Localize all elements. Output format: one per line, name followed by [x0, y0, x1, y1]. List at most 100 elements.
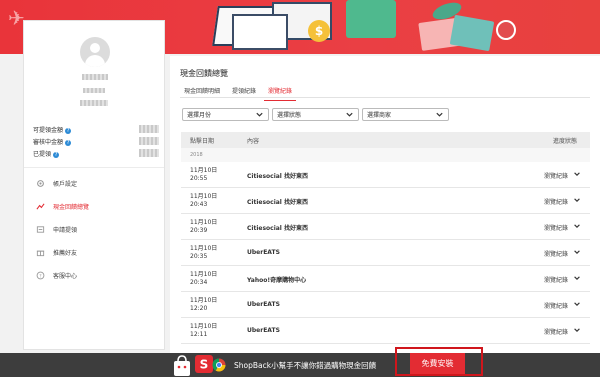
column-header-date: 點擊日期	[190, 137, 215, 145]
shopback-logo-icon: S	[195, 355, 213, 375]
chevron-down-icon[interactable]	[573, 248, 581, 256]
chevron-down-icon[interactable]	[573, 300, 581, 308]
row-date: 11月10日	[190, 323, 218, 330]
redacted-amount	[139, 149, 159, 157]
filter-bar: 選擇月份 選擇狀態 選擇商家	[182, 108, 452, 121]
select-value: 選擇月份	[187, 112, 212, 119]
row-time: 12:11	[190, 331, 208, 338]
question-icon: ?	[36, 271, 45, 280]
divider	[24, 167, 164, 168]
month-select[interactable]: 選擇月份	[182, 108, 269, 121]
row-status: 瀏覽紀錄	[543, 277, 568, 284]
account-sidebar: 可提領金額? 審核中金額? 已提領? 帳戶設定 現金回饋總覽 申請提領 推薦好友	[23, 20, 165, 350]
install-button[interactable]: 免費安裝	[410, 353, 465, 375]
row-store: UberEATS	[247, 327, 280, 334]
table-header: 點擊日期 內容 進度狀態	[181, 132, 590, 148]
help-icon[interactable]: ?	[65, 127, 72, 134]
row-date: 11月10日	[190, 167, 218, 174]
shopping-bag-illustration	[346, 0, 396, 38]
avatar-icon	[90, 43, 100, 53]
select-value: 選擇狀態	[277, 112, 302, 119]
redacted-amount	[139, 125, 159, 133]
sidebar-item-cashback-overview[interactable]: 現金回饋總覽	[36, 199, 156, 213]
sidebar-item-label: 帳戶設定	[53, 180, 78, 188]
chrome-icon	[212, 358, 226, 374]
row-status: 瀏覽紀錄	[543, 329, 568, 336]
row-store: Yahoo!奇摩購物中心	[247, 277, 307, 284]
sidebar-item-withdraw[interactable]: 申請提領	[36, 222, 156, 236]
avatar	[80, 37, 110, 67]
merchant-select[interactable]: 選擇商家	[362, 108, 449, 121]
table-row: 11月10日 20:34 Yahoo!奇摩購物中心 瀏覽紀錄	[181, 266, 590, 292]
redacted-user-info	[80, 100, 108, 106]
row-store: Citiesocial 找好東西	[247, 173, 308, 180]
column-header-content: 內容	[247, 137, 260, 145]
tab-cashback-details[interactable]: 現金回饋明細	[180, 82, 224, 101]
row-store: Citiesocial 找好東西	[247, 199, 308, 206]
row-store: Citiesocial 找好東西	[247, 225, 308, 232]
row-status: 瀏覽紀錄	[543, 173, 568, 180]
chevron-down-icon[interactable]	[573, 170, 581, 178]
main-panel: 現金回饋總覽 現金回饋明細 提領紀錄 瀏覽紀錄 選擇月份 選擇狀態 選擇商家 點…	[170, 56, 600, 356]
tab-bar: 現金回饋明細 提領紀錄 瀏覽紀錄	[180, 82, 300, 101]
row-date: 11月10日	[190, 297, 218, 304]
row-date: 11月10日	[190, 219, 218, 226]
sidebar-item-label: 客服中心	[53, 272, 78, 280]
svg-text:S: S	[200, 358, 209, 372]
select-value: 選擇商家	[367, 112, 392, 119]
gift-icon	[36, 248, 45, 257]
chevron-down-icon[interactable]	[573, 326, 581, 334]
status-select[interactable]: 選擇狀態	[272, 108, 359, 121]
row-date: 11月10日	[190, 245, 218, 252]
year-group-label: 2018	[181, 148, 590, 162]
row-time: 20:39	[190, 227, 208, 234]
row-date: 11月10日	[190, 271, 218, 278]
gear-icon	[36, 179, 45, 188]
chevron-down-icon	[436, 112, 443, 117]
withdraw-icon	[36, 225, 45, 234]
row-status: 瀏覽紀錄	[543, 199, 568, 206]
apple-illustration	[496, 20, 516, 40]
help-icon[interactable]: ?	[65, 139, 72, 146]
row-store: UberEATS	[247, 301, 280, 308]
extension-promo-bar: S ShopBack小幫手不讓你錯過購物現金回饋	[0, 353, 600, 377]
promo-text: ShopBack小幫手不讓你錯過購物現金回饋	[234, 361, 377, 370]
balance-label: 已提領	[33, 151, 52, 158]
redacted-username	[82, 74, 108, 80]
chevron-down-icon	[256, 112, 263, 117]
balance-row: 已提領?	[33, 149, 159, 158]
table-row: 11月10日 12:11 UberEATS 瀏覽紀錄	[181, 318, 590, 344]
row-time: 12:20	[190, 305, 208, 312]
tab-browse-history[interactable]: 瀏覽紀錄	[264, 82, 297, 101]
redacted-user-info	[83, 88, 105, 93]
dollar-coin-icon: $	[308, 20, 330, 42]
table-row: 11月10日 20:55 Citiesocial 找好東西 瀏覽紀錄	[181, 162, 590, 188]
sidebar-item-account-settings[interactable]: 帳戶設定	[36, 176, 156, 190]
balance-label: 審核中金額	[33, 139, 64, 146]
row-time: 20:35	[190, 253, 208, 260]
balance-row: 可提領金額?	[33, 125, 159, 134]
sidebar-item-refer-friends[interactable]: 推薦好友	[36, 245, 156, 259]
chevron-down-icon[interactable]	[573, 274, 581, 282]
help-icon[interactable]: ?	[53, 151, 60, 158]
divider	[180, 97, 590, 98]
sidebar-item-help-center[interactable]: ? 客服中心	[36, 268, 156, 282]
page-title: 現金回饋總覽	[180, 69, 228, 78]
table-row: 11月10日 12:20 UberEATS 瀏覽紀錄	[181, 292, 590, 318]
shopping-bag-icon	[172, 355, 192, 377]
column-header-status: 進度狀態	[552, 137, 577, 145]
table-row: 11月10日 20:43 Citiesocial 找好東西 瀏覽紀錄	[181, 188, 590, 214]
table-row: 11月10日 20:35 UberEATS 瀏覽紀錄	[181, 240, 590, 266]
balance-row: 審核中金額?	[33, 137, 159, 146]
sidebar-item-label: 申請提領	[53, 226, 78, 234]
table-row: 11月10日 20:39 Citiesocial 找好東西 瀏覽紀錄	[181, 214, 590, 240]
row-status: 瀏覽紀錄	[543, 251, 568, 258]
row-date: 11月10日	[190, 193, 218, 200]
banner-window-illustration	[232, 14, 288, 50]
chevron-down-icon[interactable]	[573, 222, 581, 230]
chevron-down-icon[interactable]	[573, 196, 581, 204]
row-store: UberEATS	[247, 249, 280, 256]
chart-icon	[36, 202, 45, 211]
tab-withdraw-history[interactable]: 提領紀錄	[228, 82, 260, 101]
sidebar-item-label: 現金回饋總覽	[53, 203, 90, 211]
